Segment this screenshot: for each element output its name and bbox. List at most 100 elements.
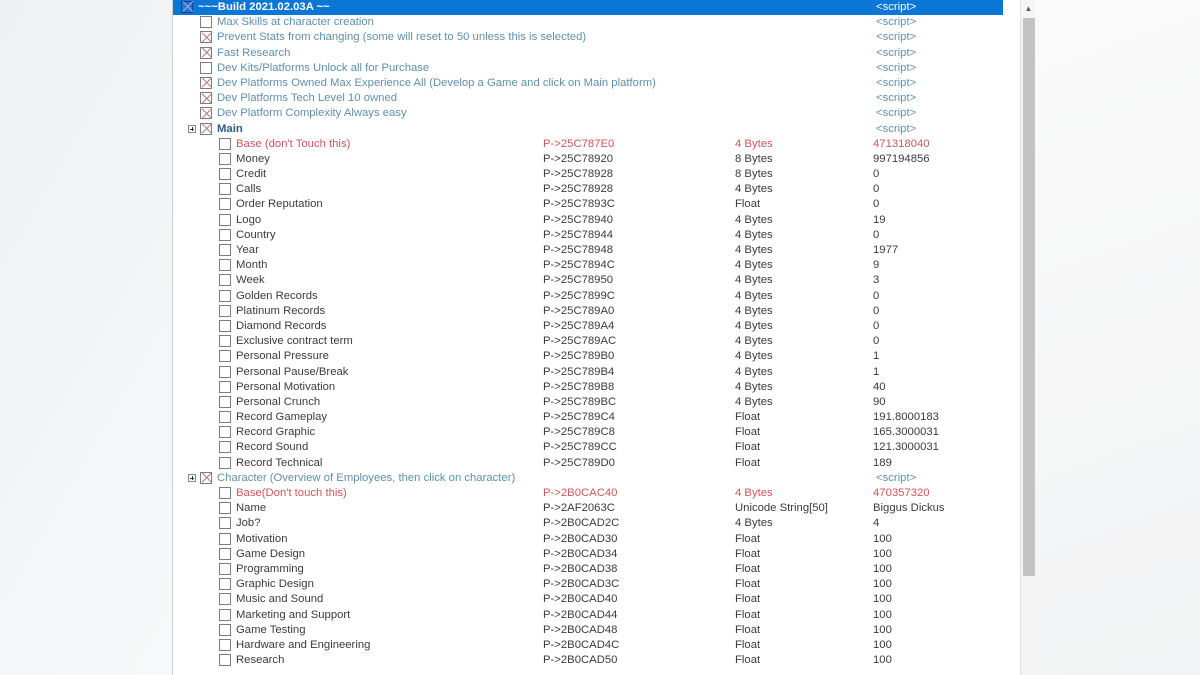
row-value[interactable]: 1977 <box>873 244 898 256</box>
row-checkbox-unchecked[interactable] <box>219 274 231 287</box>
row-checkbox-unchecked[interactable] <box>219 335 231 348</box>
row-checkbox-checked[interactable] <box>200 46 212 59</box>
row-checkbox-unchecked[interactable] <box>219 365 231 378</box>
table-row[interactable]: Character (Overview of Employees, then c… <box>173 471 1003 486</box>
table-row[interactable]: Name P->2AF2063C Unicode String[50] Biggus … <box>173 501 1003 516</box>
table-row[interactable]: Exclusive contract term P->25C789AC 4 Byte… <box>173 334 1003 349</box>
row-value[interactable]: 3 <box>873 274 879 286</box>
row-value[interactable]: 90 <box>873 396 886 408</box>
row-value[interactable]: 100 <box>873 609 892 621</box>
table-row[interactable]: Personal Crunch P->25C789BC 4 Bytes 90 <box>173 395 1003 410</box>
table-row[interactable]: Game Design P->2B0CAD34 Float 100 <box>173 547 1003 562</box>
row-value[interactable]: 191.8000183 <box>873 411 939 423</box>
row-value[interactable]: 100 <box>873 593 892 605</box>
row-value[interactable]: 100 <box>873 563 892 575</box>
row-value[interactable]: 1 <box>873 366 879 378</box>
table-row[interactable]: Order Reputation P->25C7893C Float 0 <box>173 197 1003 212</box>
row-value[interactable]: Biggus Dickus <box>873 502 945 514</box>
table-row[interactable]: Max Skills at character creation <script> <box>173 15 1003 30</box>
table-row[interactable]: Personal Pressure P->25C789B0 4 Bytes 1 <box>173 349 1003 364</box>
row-value[interactable]: 470357320 <box>873 487 930 499</box>
scroll-up-arrow-icon[interactable]: ▲ <box>1021 0 1036 17</box>
row-checkbox-unchecked[interactable] <box>219 213 231 226</box>
table-row[interactable]: Diamond Records P->25C789A4 4 Bytes 0 <box>173 319 1003 334</box>
table-row[interactable]: Record Sound P->25C789CC Float 121.3000031 <box>173 440 1003 455</box>
row-checkbox-unchecked[interactable] <box>219 562 231 575</box>
row-checkbox-checked[interactable] <box>200 471 212 484</box>
table-row[interactable]: Dev Platforms Owned Max Experience All (… <box>173 76 1003 91</box>
table-row[interactable]: Fast Research <script> <box>173 46 1003 61</box>
row-checkbox-unchecked[interactable] <box>219 168 231 181</box>
row-value[interactable]: 0 <box>873 198 879 210</box>
row-value[interactable]: 0 <box>873 168 879 180</box>
row-checkbox-unchecked[interactable] <box>219 441 231 454</box>
row-checkbox-checked[interactable] <box>200 92 212 105</box>
row-checkbox-unchecked[interactable] <box>219 319 231 332</box>
table-row[interactable]: Logo P->25C78940 4 Bytes 19 <box>173 213 1003 228</box>
row-checkbox-unchecked[interactable] <box>219 578 231 591</box>
row-checkbox-unchecked[interactable] <box>200 16 212 29</box>
row-checkbox-unchecked[interactable] <box>219 487 231 499</box>
row-checkbox-unchecked[interactable] <box>219 593 231 606</box>
row-checkbox-unchecked[interactable] <box>219 608 231 621</box>
table-row[interactable]: Country P->25C78944 4 Bytes 0 <box>173 228 1003 243</box>
row-checkbox-unchecked[interactable] <box>219 411 231 424</box>
row-checkbox-unchecked[interactable] <box>219 547 231 560</box>
table-row[interactable]: Motivation P->2B0CAD30 Float 100 <box>173 532 1003 547</box>
table-row[interactable]: Record Technical P->25C789D0 Float 189 <box>173 456 1003 471</box>
row-value[interactable]: 189 <box>873 457 892 469</box>
row-checkbox-unchecked[interactable] <box>219 137 231 150</box>
table-row[interactable]: Hardware and Engineering P->2B0CAD4C Float… <box>173 638 1003 653</box>
row-checkbox-unchecked[interactable] <box>219 426 231 439</box>
table-row[interactable]: Credit P->25C78928 8 Bytes 0 <box>173 167 1003 182</box>
table-row[interactable]: Personal Motivation P->25C789B8 4 Bytes 40 <box>173 380 1003 395</box>
row-checkbox-checked[interactable] <box>200 76 212 89</box>
row-value[interactable]: 0 <box>873 290 879 302</box>
row-checkbox-unchecked[interactable] <box>219 259 231 272</box>
table-row[interactable]: Base (don't Touch this) P->25C787E0 4 Byte… <box>173 137 1003 152</box>
table-row[interactable]: Music and Sound P->2B0CAD40 Float 100 <box>173 592 1003 607</box>
table-row[interactable]: Marketing and Support P->2B0CAD44 Float 100 <box>173 608 1003 623</box>
row-value[interactable]: 9 <box>873 259 879 271</box>
row-checkbox-unchecked[interactable] <box>219 517 231 530</box>
row-value[interactable]: 471318040 <box>873 138 930 150</box>
row-checkbox-unchecked[interactable] <box>219 502 231 515</box>
row-checkbox-checked[interactable] <box>200 31 212 44</box>
table-row[interactable]: Prevent Stats from changing (some will r… <box>173 30 1003 45</box>
table-row[interactable]: Programming P->2B0CAD38 Float 100 <box>173 562 1003 577</box>
table-row[interactable]: Research P->2B0CAD50 Float 100 <box>173 653 1003 668</box>
row-checkbox-unchecked[interactable] <box>219 638 231 651</box>
table-row[interactable]: Platinum Records P->25C789A0 4 Bytes 0 <box>173 304 1003 319</box>
table-row[interactable]: Week P->25C78950 4 Bytes 3 <box>173 273 1003 288</box>
table-row[interactable]: Calls P->25C78928 4 Bytes 0 <box>173 182 1003 197</box>
expand-plus-icon[interactable] <box>188 473 196 482</box>
row-value[interactable]: 100 <box>873 578 892 590</box>
row-checkbox-unchecked[interactable] <box>200 61 212 74</box>
row-value[interactable]: 0 <box>873 335 879 347</box>
row-checkbox-unchecked[interactable] <box>219 350 231 363</box>
row-checkbox-unchecked[interactable] <box>219 244 231 256</box>
row-checkbox-unchecked[interactable] <box>219 456 231 469</box>
row-checkbox-unchecked[interactable] <box>219 304 231 317</box>
row-value[interactable]: 4 <box>873 517 879 529</box>
row-checkbox-checked[interactable] <box>181 1 193 13</box>
row-checkbox-unchecked[interactable] <box>219 198 231 211</box>
scrollbar-thumb[interactable] <box>1022 18 1035 576</box>
row-value[interactable]: 100 <box>873 624 892 636</box>
table-row[interactable]: Record Gameplay P->25C789C4 Float 191.80001… <box>173 410 1003 425</box>
table-row[interactable]: Personal Pause/Break P->25C789B4 4 Bytes 1 <box>173 365 1003 380</box>
table-row[interactable]: Main <script> <box>173 122 1003 137</box>
row-checkbox-unchecked[interactable] <box>219 289 231 302</box>
table-row[interactable]: Year P->25C78948 4 Bytes 1977 <box>173 243 1003 258</box>
table-row[interactable]: Golden Records P->25C7899C 4 Bytes 0 <box>173 289 1003 304</box>
table-row[interactable]: Graphic Design P->2B0CAD3C Float 100 <box>173 577 1003 592</box>
table-row[interactable]: Job? P->2B0CAD2C 4 Bytes 4 <box>173 516 1003 531</box>
table-row[interactable]: Record Graphic P->25C789C8 Float 165.300003… <box>173 425 1003 440</box>
row-checkbox-unchecked[interactable] <box>219 380 231 393</box>
row-value[interactable]: 100 <box>873 639 892 651</box>
row-value[interactable]: 0 <box>873 229 879 241</box>
expand-plus-icon[interactable] <box>188 124 196 133</box>
row-checkbox-unchecked[interactable] <box>219 152 231 165</box>
table-row[interactable]: Base(Don't touch this) P->2B0CAC40 4 Bytes… <box>173 486 1003 501</box>
row-checkbox-checked[interactable] <box>200 107 212 120</box>
